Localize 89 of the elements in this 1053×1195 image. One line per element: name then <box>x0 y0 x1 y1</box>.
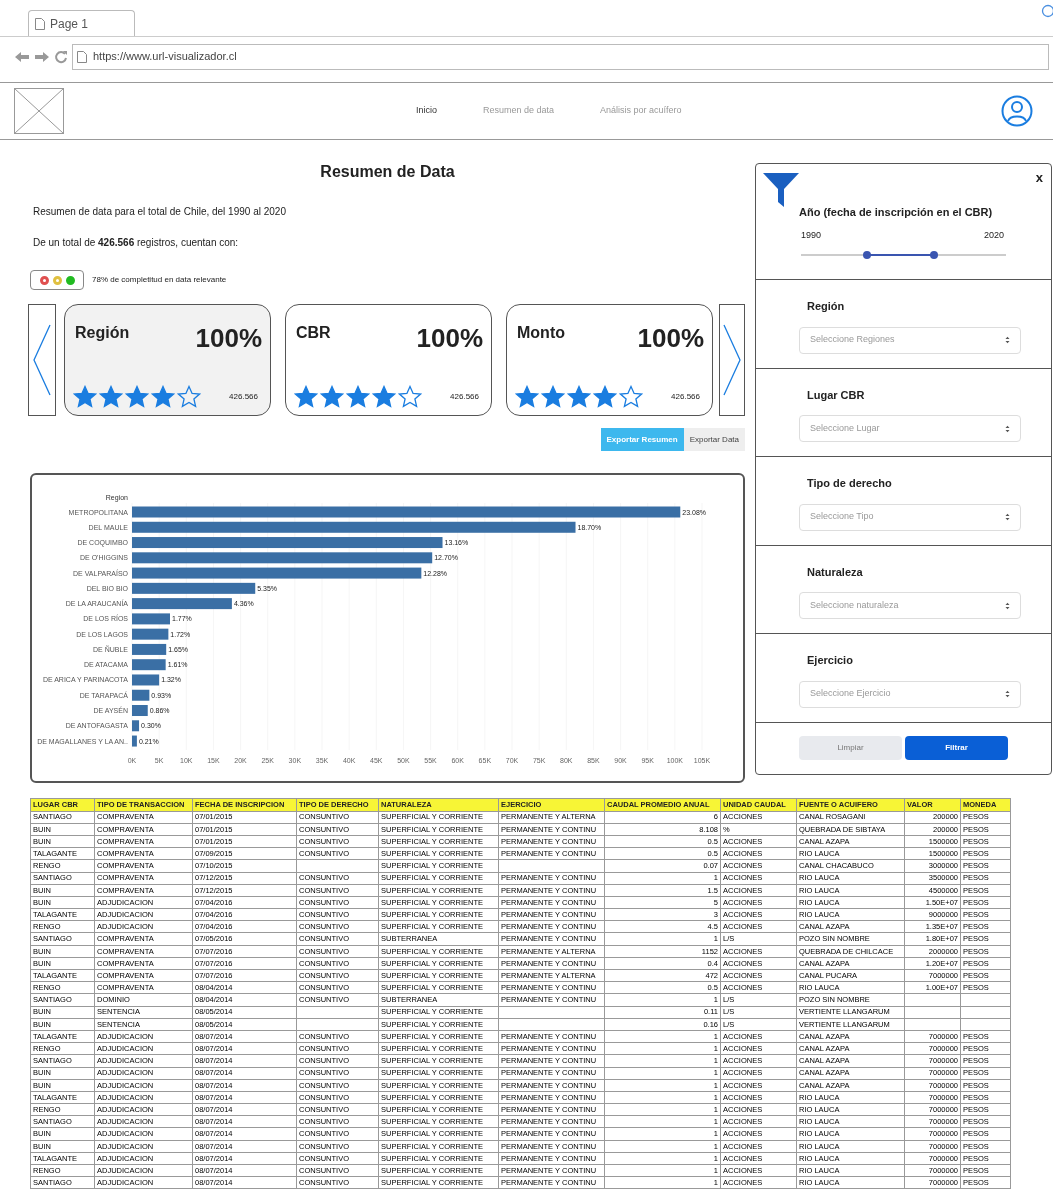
browser-tab[interactable]: Page 1 <box>28 10 135 36</box>
filled-star-icon <box>515 385 539 409</box>
select-placeholder: Seleccione Tipo <box>810 510 874 524</box>
filled-star-icon <box>125 385 149 409</box>
select-field[interactable]: Seleccione Regiones <box>799 326 1021 354</box>
filter-label: Naturaleza <box>807 564 864 580</box>
select-field[interactable]: Seleccione Ejercicio <box>799 680 1021 708</box>
filled-star-icon <box>294 385 318 409</box>
bar <box>132 705 148 716</box>
forward-arrow-icon[interactable] <box>34 50 50 63</box>
select-placeholder: Seleccione Ejercicio <box>810 687 891 701</box>
select-placeholder: Seleccione naturaleza <box>810 598 899 612</box>
filled-star-icon <box>593 385 617 409</box>
bar <box>132 735 137 747</box>
filled-star-icon <box>541 385 565 409</box>
completeness-text: 78% de completitud en data relevante <box>92 274 227 286</box>
card-percent: 100% <box>416 325 483 351</box>
filter-label: Tipo de derecho <box>807 476 893 491</box>
nav-link[interactable]: Análisis por acuífero <box>600 104 682 118</box>
chevron-right-icon <box>723 324 741 396</box>
export-button[interactable]: Exportar Data <box>683 428 745 451</box>
range-min-label: 1990 <box>801 228 822 242</box>
filled-star-icon <box>346 385 370 409</box>
back-arrow-icon[interactable] <box>14 50 30 63</box>
nav-link[interactable]: Resumen de data <box>483 104 555 118</box>
chevron-left-icon <box>33 324 51 396</box>
select-placeholder: Seleccione Lugar <box>810 421 880 435</box>
close-button[interactable]: x <box>1035 168 1043 188</box>
reload-icon[interactable] <box>54 49 68 64</box>
filled-star-icon <box>372 385 396 409</box>
nav-link[interactable]: Inicio <box>416 104 437 118</box>
bar <box>132 643 167 655</box>
empty-star-icon <box>177 385 201 409</box>
card-count: 426.566 <box>229 391 258 403</box>
previous-button[interactable] <box>28 304 56 416</box>
range-max-label: 2020 <box>983 228 1004 242</box>
bar <box>132 628 169 640</box>
bar <box>132 659 166 671</box>
empty-star-icon <box>619 385 643 409</box>
next-button[interactable] <box>719 304 745 416</box>
bar <box>132 613 170 625</box>
select-field[interactable]: Seleccione Lugar <box>799 415 1021 442</box>
filter-action-button[interactable]: Limpiar <box>799 736 902 761</box>
filter-label: Región <box>807 299 846 314</box>
card-title: Región <box>75 323 130 343</box>
logo-placeholder <box>14 88 64 134</box>
year-filter-label: Año (fecha de inscripción en el CBR) <box>799 205 994 220</box>
filled-star-icon <box>320 385 344 409</box>
select-field[interactable]: Seleccione naturaleza <box>799 592 1021 619</box>
summary-card[interactable]: Región 100% 426.566 <box>64 304 271 416</box>
filter-label: Lugar CBR <box>807 387 866 403</box>
card-title: Monto <box>517 323 565 343</box>
page-icon <box>77 50 87 63</box>
bar <box>132 689 150 701</box>
card-percent: 100% <box>637 325 704 351</box>
filter-icon <box>762 172 800 208</box>
search-icon[interactable] <box>1039 4 1053 20</box>
select-placeholder: Seleccione Regiones <box>810 333 895 347</box>
card-count: 426.566 <box>450 391 479 403</box>
filled-star-icon <box>99 385 123 409</box>
card-count: 426.566 <box>671 391 700 403</box>
empty-star-icon <box>398 385 422 409</box>
card-percent: 100% <box>195 325 262 351</box>
user-avatar-icon[interactable] <box>1001 95 1033 127</box>
range-slider-handle[interactable] <box>930 251 939 259</box>
page-icon <box>35 17 45 30</box>
summary-card[interactable]: Monto 100% 426.566 <box>506 304 713 416</box>
tab-title: Page 1 <box>50 15 89 33</box>
select-caret-icon <box>1005 601 1010 610</box>
records-text: De un total de 426.566 registros, cuentan con: <box>33 236 240 250</box>
select-caret-icon <box>1005 424 1010 433</box>
filled-star-icon <box>73 385 97 409</box>
summary-card[interactable]: CBR 100% 426.566 <box>285 304 492 416</box>
filled-star-icon <box>151 385 175 409</box>
url-text: https://www.url-visualizador.cl <box>93 49 237 65</box>
card-title: CBR <box>296 323 331 343</box>
select-caret-icon <box>1005 690 1010 698</box>
url-field[interactable]: https://www.url-visualizador.cl <box>72 43 1049 70</box>
bar <box>132 720 140 732</box>
select-field[interactable]: Seleccione Tipo <box>799 503 1021 531</box>
bar <box>132 674 160 686</box>
description-text: Resumen de data para el total de Chile, del 1990 al 2020 <box>33 205 287 219</box>
filter-action-button[interactable]: Filtrar <box>905 736 1008 761</box>
filter-label: Ejercicio <box>807 653 854 668</box>
range-slider-handle[interactable] <box>862 251 871 259</box>
select-caret-icon <box>1005 513 1010 521</box>
filled-star-icon <box>567 385 591 409</box>
select-caret-icon <box>1005 336 1010 344</box>
page-title: Resumen de Data <box>319 162 456 182</box>
